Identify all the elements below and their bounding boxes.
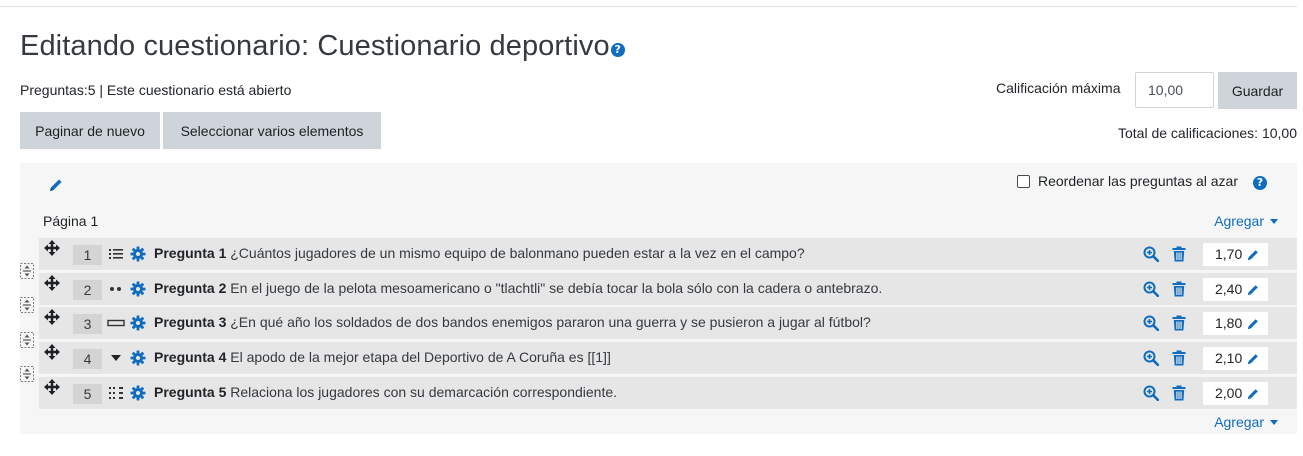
question-text[interactable]: Pregunta 2 En el juego de la pelota meso… [154, 280, 882, 296]
total-grades: Total de calificaciones: 10,00 [1118, 125, 1297, 141]
question-text[interactable]: Pregunta 5 Relaciona los jugadores con s… [154, 384, 617, 400]
question-body: ¿En qué año los soldados de dos bandos e… [230, 314, 871, 330]
page-title-text: Editando cuestionario: Cuestionario depo… [20, 30, 610, 62]
gear-icon[interactable] [130, 315, 146, 336]
add-menu-label: Agregar [1214, 414, 1264, 430]
slot-number: 1 [73, 245, 102, 265]
question-slot: 3 Pregunta 3 ¿En qué año los soldados de… [39, 307, 1297, 339]
shuffle-label: Reordenar las preguntas al azar [1038, 173, 1239, 189]
slot-number: 3 [73, 314, 102, 334]
max-mark[interactable]: 2,10 [1203, 347, 1268, 370]
shuffle-help-icon[interactable]: ? [1253, 176, 1267, 190]
question-slot: 1 Pregunta 1 ¿Cuántos jugadores de un mi… [39, 238, 1297, 270]
add-menu-bottom[interactable]: Agregar [1214, 414, 1278, 430]
question-title: Pregunta 3 [154, 314, 227, 330]
gapselect-icon [109, 351, 123, 370]
preview-zoom-icon[interactable] [1143, 385, 1160, 406]
question-text[interactable]: Pregunta 3 ¿En qué año los soldados de d… [154, 314, 871, 330]
max-mark[interactable]: 1,70 [1203, 243, 1268, 266]
question-title: Pregunta 1 [154, 245, 227, 261]
select-multiple-button[interactable]: Seleccionar varios elementos [163, 112, 381, 149]
move-icon[interactable] [43, 308, 61, 331]
repaginate-button[interactable]: Paginar de nuevo [20, 112, 160, 149]
edit-mark-pencil-icon[interactable] [1246, 352, 1260, 366]
question-title: Pregunta 2 [154, 280, 227, 296]
max-grade-label: Calificación máxima [996, 80, 1121, 96]
trash-icon[interactable] [1172, 281, 1186, 302]
question-slot: 5 Pregunta 5 Relaciona los jugadores con… [39, 377, 1297, 409]
preview-zoom-icon[interactable] [1143, 281, 1160, 302]
match-icon [109, 386, 123, 405]
preview-zoom-icon[interactable] [1143, 315, 1160, 336]
slot-number: 4 [73, 349, 102, 369]
question-body: ¿Cuántos jugadores de un mismo equipo de… [230, 245, 805, 261]
edit-mark-pencil-icon[interactable] [1246, 283, 1260, 297]
question-text[interactable]: Pregunta 4 El apodo de la mejor etapa de… [154, 349, 611, 365]
gear-icon[interactable] [130, 350, 146, 371]
question-slot: 4 Pregunta 4 El apodo de la mejor etapa … [39, 342, 1297, 374]
max-mark-value: 2,10 [1215, 350, 1243, 366]
preview-zoom-icon[interactable] [1143, 350, 1160, 371]
edit-section-pencil-icon[interactable] [48, 177, 64, 198]
trash-icon[interactable] [1172, 315, 1186, 336]
max-grade-input[interactable] [1135, 72, 1214, 108]
move-icon[interactable] [43, 274, 61, 297]
save-button[interactable]: Guardar [1218, 72, 1297, 109]
caret-down-icon [1270, 219, 1278, 224]
quiz-status: Preguntas:5 | Este cuestionario está abi… [20, 82, 292, 98]
shortanswer-icon [107, 316, 125, 335]
page-break-icon[interactable] [20, 366, 34, 387]
question-body: Relaciona los jugadores con su demarcaci… [230, 384, 618, 400]
max-mark[interactable]: 2,00 [1203, 382, 1268, 405]
add-menu-top[interactable]: Agregar [1214, 213, 1278, 229]
page-break-icon[interactable] [20, 297, 34, 318]
max-mark-value: 1,70 [1215, 246, 1243, 262]
question-body: En el juego de la pelota mesoamericano o… [230, 280, 883, 296]
max-mark[interactable]: 2,40 [1203, 278, 1268, 301]
preview-zoom-icon[interactable] [1143, 246, 1160, 267]
page-break-icon[interactable] [20, 263, 34, 284]
edit-mark-pencil-icon[interactable] [1246, 317, 1260, 331]
help-icon[interactable]: ? [610, 43, 625, 57]
max-mark-value: 1,80 [1215, 315, 1243, 331]
gear-icon[interactable] [130, 385, 146, 406]
slot-number: 2 [73, 280, 102, 300]
caret-down-icon [1270, 420, 1278, 425]
top-divider [0, 6, 1297, 7]
page-break-icon[interactable] [20, 332, 34, 353]
question-text[interactable]: Pregunta 1 ¿Cuántos jugadores de un mism… [154, 245, 805, 261]
edit-mark-pencil-icon[interactable] [1246, 248, 1260, 262]
gear-icon[interactable] [130, 281, 146, 302]
add-menu-label: Agregar [1214, 213, 1264, 229]
trash-icon[interactable] [1172, 385, 1186, 406]
question-title: Pregunta 4 [154, 349, 227, 365]
move-icon[interactable] [43, 378, 61, 401]
edit-mark-pencil-icon[interactable] [1246, 387, 1260, 401]
page-heading: Página 1 [43, 213, 99, 229]
truefalse-icon [109, 282, 123, 301]
trash-icon[interactable] [1172, 350, 1186, 371]
page-title: Editando cuestionario: Cuestionario depo… [20, 30, 625, 63]
question-slot: 2 Pregunta 2 En el juego de la pelota me… [39, 273, 1297, 305]
slot-number: 5 [73, 384, 102, 404]
max-mark-value: 2,40 [1215, 281, 1243, 297]
question-title: Pregunta 5 [154, 384, 227, 400]
max-mark-value: 2,00 [1215, 385, 1243, 401]
move-icon[interactable] [43, 239, 61, 262]
max-mark[interactable]: 1,80 [1203, 312, 1268, 335]
move-icon[interactable] [43, 343, 61, 366]
gear-icon[interactable] [130, 246, 146, 267]
shuffle-checkbox[interactable] [1017, 175, 1030, 188]
multichoice-icon [109, 247, 123, 266]
question-body: El apodo de la mejor etapa del Deportivo… [230, 349, 611, 365]
trash-icon[interactable] [1172, 246, 1186, 267]
